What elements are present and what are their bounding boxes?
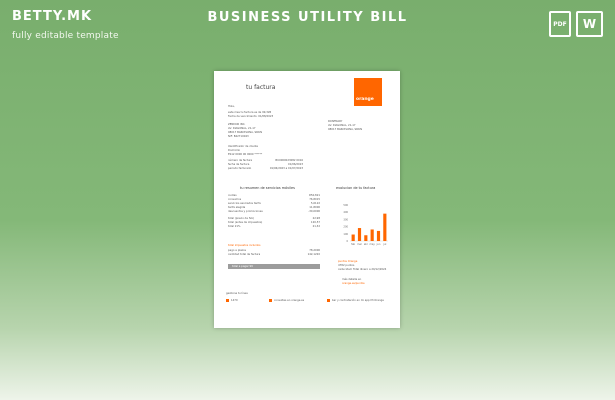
orange-square-icon (226, 299, 229, 303)
points-link-url[interactable]: orange.es/puntos (342, 282, 365, 286)
chart-bar (376, 230, 381, 241)
brand-tagline: fully editable template (12, 31, 119, 41)
invoice-value: 01/06/2023 a 01/07/2023 (269, 166, 303, 170)
chart-tick-label: 0 (346, 240, 348, 243)
footer-title: gestiona tu línea (226, 292, 248, 295)
chart-bars (351, 213, 387, 241)
account-line: ES12 0000 00 0000 ****** (228, 152, 263, 156)
chart-bar (351, 234, 355, 241)
chart-bar (357, 228, 362, 241)
taxes-title: total impuestos incluidos (228, 244, 261, 247)
invoice-key: periodo facturado (228, 166, 252, 170)
summary-value: 21,32 (312, 225, 320, 229)
chart-bar (370, 229, 374, 241)
download-options: PDF W (549, 11, 603, 37)
chart-bar (383, 213, 387, 241)
chart-category-label: abr (364, 243, 368, 246)
client-line: 08017 BARCELONA, SPAIN (328, 127, 363, 131)
greeting: Hola, (228, 105, 235, 108)
summary-table: cuotas €50,821 consumos 76,8015 servicios … (228, 194, 320, 229)
summary-row: total 21% 21,32 (228, 225, 320, 229)
account-info: Identificador de cliente Domicilio ES12 … (228, 145, 262, 157)
chart-category-label: mar (357, 243, 362, 246)
summary-value: -30,0000 (308, 209, 320, 213)
tax-value: 142,1220 (307, 252, 320, 256)
orange-logo-text: orange (356, 97, 374, 103)
word-label: W (582, 17, 597, 31)
chart-tick-label: 100 (343, 233, 348, 236)
points-line: caducidad: Total dinero a 20/12/2024 (338, 267, 387, 271)
tax-row: cantidad total de factura 142,1220 (228, 253, 320, 257)
pdf-label: PDF (553, 20, 567, 28)
footer-item: 1470 (226, 299, 238, 303)
orange-square-icon (327, 299, 330, 303)
company-line: NIF: B42710043 (228, 134, 249, 138)
summary-title: tu resumen de servicios móviles (240, 186, 295, 190)
chart-category-label: jul (382, 243, 386, 246)
tax-table: pago a plazos 78,2000 cantidad total de f… (228, 249, 320, 257)
footer-item: consultas en orange.es (269, 299, 304, 303)
pdf-file-icon[interactable]: PDF (549, 11, 571, 37)
bill-preview: tu factura orange Hola, este mes tu fact… (214, 71, 400, 328)
points-block: puntos Orange 4782 puntos caducidad: Tot… (338, 260, 386, 272)
footer-item-label: bar y contratación en mi app Mi Orange (332, 299, 384, 302)
page-title: BUSINESS UTILITY BILL (207, 10, 408, 25)
summary-key: descuentos y promociones (228, 209, 263, 213)
intro-line: Fecha de vencimiento: 01/08/2023 (228, 114, 274, 118)
total-bar: total a pagar 99 (228, 264, 320, 269)
invoice-row: periodo facturado 01/06/2023 a 01/07/2023 (228, 167, 303, 171)
chart-bar (364, 235, 368, 241)
footer-item: bar y contratación en mi app Mi Orange (327, 299, 384, 303)
chart-category-label: jun (376, 243, 381, 246)
evolution-title: evolucion de tu factura (336, 186, 376, 190)
summary-key: total 21% (228, 225, 241, 229)
tax-key: cantidad total de factura (228, 252, 261, 256)
chart-tick-label: 400 (343, 211, 348, 214)
chart-tick-label: 500 (343, 204, 348, 207)
chart-category-label: feb (351, 243, 355, 246)
chart-tick-label: 200 (343, 226, 348, 229)
intro-block: este mes tu factura es de 99,32€ Fecha d… (228, 111, 273, 119)
invoice-info: número de factura BU0000023082 0016 fecha… (228, 159, 303, 171)
orange-logo: orange (354, 78, 382, 106)
points-link: más detalle en orange.es/puntos (342, 278, 365, 286)
footer-item-label: 1470 (231, 299, 238, 302)
footer-item-label: consultas en orange.es (274, 299, 305, 302)
orange-square-icon (269, 299, 272, 303)
evolution-chart: 500 400 300 200 100 0 feb mar abr may jun jul (343, 204, 388, 246)
chart-tick-label: 300 (343, 218, 348, 221)
chart-category-label: may (370, 243, 376, 246)
chart-categories: feb mar abr may jun jul (351, 243, 386, 246)
company-address: ZENDOR INC. AV. DIAGONAL, 21-17 08017 BA… (228, 123, 262, 139)
bill-heading: tu factura (246, 84, 276, 91)
word-file-icon[interactable]: W (576, 11, 603, 37)
client-address: ROSEMARY AV. DIAGONAL, 21-17 08017 BARCE… (328, 120, 362, 132)
